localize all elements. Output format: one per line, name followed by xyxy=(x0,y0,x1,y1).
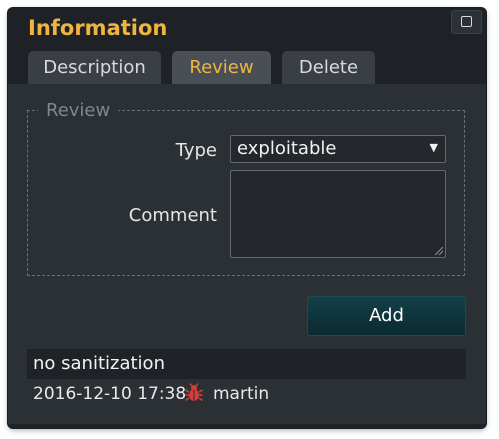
type-select[interactable]: exploitable ▼ xyxy=(230,135,446,163)
add-button[interactable]: Add xyxy=(307,296,466,336)
panel-title: Information xyxy=(28,16,168,40)
review-comment-bar: no sanitization xyxy=(27,349,466,379)
review-timestamp: 2016-12-10 17:38 xyxy=(33,384,187,404)
review-user: martin xyxy=(213,384,270,404)
panel-bottom-edge xyxy=(8,424,486,428)
chevron-down-icon: ▼ xyxy=(429,141,438,154)
review-legend: Review xyxy=(38,100,119,122)
maximize-button[interactable] xyxy=(451,10,482,34)
type-select-value: exploitable xyxy=(237,138,337,159)
maximize-icon xyxy=(461,16,472,27)
bug-icon xyxy=(185,383,203,402)
panel-header: Information Description Review Delete xyxy=(8,8,486,84)
comment-textarea[interactable] xyxy=(230,170,446,258)
tab-delete[interactable]: Delete xyxy=(282,51,375,84)
tab-review[interactable]: Review xyxy=(172,51,271,84)
review-comment: no sanitization xyxy=(33,353,165,374)
comment-label: Comment xyxy=(128,205,217,226)
information-panel: Information Description Review Delete Re… xyxy=(8,8,486,428)
tab-description[interactable]: Description xyxy=(28,51,161,84)
type-label: Type xyxy=(175,140,217,161)
resize-grip-icon[interactable] xyxy=(435,247,443,255)
